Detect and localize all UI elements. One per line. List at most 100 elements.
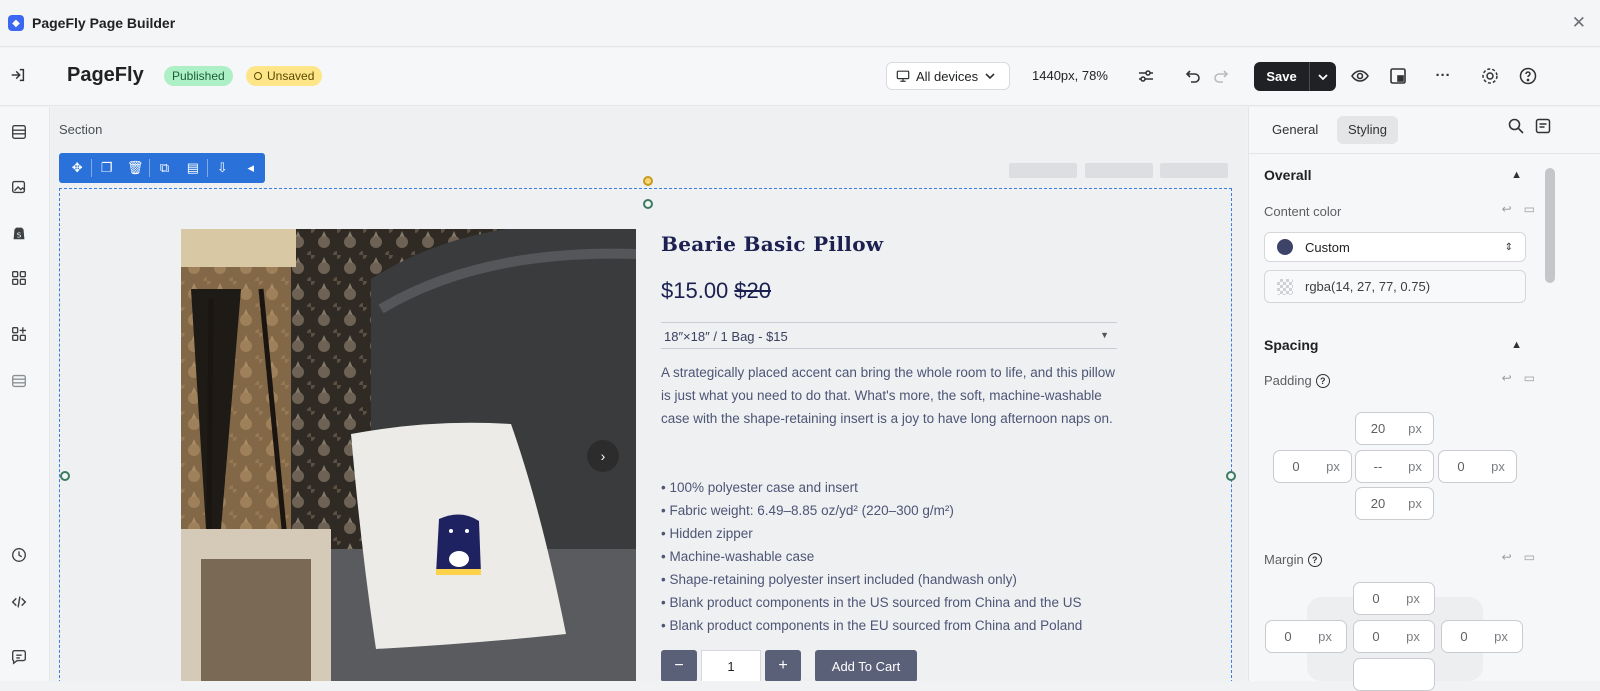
- chevron-up-icon[interactable]: ▲: [1511, 339, 1522, 351]
- color-mode-select[interactable]: Custom ⇕: [1264, 232, 1526, 262]
- margin-label-text: Margin: [1264, 552, 1304, 567]
- search-icon[interactable]: [1507, 117, 1525, 135]
- settings-icon[interactable]: [1480, 66, 1500, 86]
- copy-icon[interactable]: ⧉: [150, 153, 178, 183]
- shopify-icon[interactable]: S: [10, 224, 28, 242]
- device-selector[interactable]: All devices: [886, 62, 1010, 90]
- element-toolbar: ✥ ❐ 🗑 ⧉ ▤ ⇩ ◂: [59, 153, 265, 183]
- preview-eye-icon[interactable]: [1350, 66, 1370, 86]
- section-label: Section: [59, 122, 103, 137]
- product-price[interactable]: $15.00 $20: [661, 278, 771, 304]
- layers-icon[interactable]: [10, 123, 28, 141]
- sliders-icon[interactable]: [1136, 66, 1156, 86]
- more-options-icon[interactable]: ···: [1433, 66, 1453, 86]
- chat-support-icon[interactable]: [10, 648, 28, 666]
- resize-handle-top[interactable]: [643, 176, 653, 186]
- padding-label-text: Padding: [1264, 373, 1312, 388]
- close-icon[interactable]: ✕: [1572, 13, 1586, 33]
- product-title[interactable]: Bearie Basic Pillow: [661, 232, 883, 256]
- unit-label: px: [1406, 591, 1420, 606]
- add-to-cart-button[interactable]: Add To Cart: [815, 650, 917, 681]
- chevron-down-icon: [1318, 73, 1328, 80]
- color-value-input[interactable]: rgba(14, 27, 77, 0.75): [1264, 270, 1526, 303]
- help-icon[interactable]: ?: [1307, 552, 1322, 567]
- move-icon[interactable]: ✥: [63, 153, 91, 183]
- elements-grid-icon[interactable]: [10, 269, 28, 287]
- margin-left-input[interactable]: 0 px: [1265, 620, 1347, 653]
- help-icon[interactable]: ?: [1315, 373, 1330, 388]
- reset-icon[interactable]: ↩: [1502, 550, 1512, 564]
- color-swatch: [1277, 239, 1293, 255]
- quantity-row: − 1 + Add To Cart: [661, 650, 917, 681]
- save-section-icon[interactable]: ⇩: [208, 153, 236, 183]
- collapse-toolbar-icon[interactable]: ◂: [237, 153, 265, 183]
- content-color-label: Content color: [1264, 204, 1342, 219]
- spacing-group-title: Spacing: [1264, 337, 1319, 353]
- list-item: • Machine-washable case: [661, 549, 815, 564]
- help-icon[interactable]: [1518, 66, 1538, 86]
- exit-icon[interactable]: [9, 66, 27, 84]
- save-button[interactable]: Save: [1254, 62, 1309, 91]
- margin-top-input[interactable]: 0 px: [1353, 582, 1435, 615]
- sale-price: $15.00: [661, 278, 729, 303]
- brand-name: PageFly: [67, 64, 144, 86]
- device-icon[interactable]: ▭: [1524, 371, 1535, 385]
- product-image[interactable]: [181, 229, 636, 681]
- history-icon[interactable]: [10, 546, 28, 564]
- list-item: • Blank product components in the US sou…: [661, 595, 1082, 610]
- padding-right-input[interactable]: 0 px: [1438, 450, 1517, 483]
- undo-icon[interactable]: [1182, 66, 1202, 86]
- quantity-input[interactable]: 1: [701, 650, 761, 681]
- paste-icon[interactable]: ▤: [179, 153, 207, 183]
- save-dropdown-button[interactable]: [1309, 62, 1336, 91]
- delete-icon[interactable]: 🗑: [121, 153, 149, 183]
- redo-icon[interactable]: [1212, 66, 1232, 86]
- padding-top-value: 20: [1370, 421, 1386, 436]
- tab-styling[interactable]: Styling: [1337, 116, 1399, 144]
- padding-top-input[interactable]: 20 px: [1355, 412, 1434, 445]
- quantity-decrease-button[interactable]: −: [661, 650, 697, 681]
- list-item: • Fabric weight: 6.49–8.85 oz/yd² (220–3…: [661, 503, 954, 518]
- transparency-icon: [1277, 278, 1293, 295]
- padding-left-value: 0: [1292, 459, 1300, 474]
- monitor-icon: [896, 70, 910, 82]
- padding-bottom-input[interactable]: 20 px: [1355, 487, 1434, 520]
- reset-icon[interactable]: ↩: [1502, 202, 1512, 216]
- quantity-increase-button[interactable]: +: [765, 650, 801, 681]
- publish-icon[interactable]: [1388, 66, 1408, 86]
- notes-icon[interactable]: [1534, 117, 1552, 135]
- chevron-up-icon[interactable]: ▲: [1511, 169, 1522, 181]
- list-item: • Blank product components in the EU sou…: [661, 618, 1083, 633]
- margin-center-input[interactable]: 0 px: [1353, 620, 1435, 653]
- variant-select[interactable]: 18″×18″ / 1 Bag - $15 ▼: [661, 322, 1117, 349]
- padding-left-input[interactable]: 0 px: [1273, 450, 1352, 483]
- image-library-icon[interactable]: [10, 178, 28, 196]
- code-icon[interactable]: [10, 593, 28, 611]
- reset-icon[interactable]: ↩: [1502, 371, 1512, 385]
- tab-general[interactable]: General: [1261, 116, 1329, 144]
- carousel-next-button[interactable]: ›: [587, 440, 619, 472]
- caret-down-icon: ▼: [1100, 330, 1109, 340]
- product-description[interactable]: A strategically placed accent can bring …: [661, 361, 1121, 430]
- window-title: PageFly Page Builder: [32, 15, 176, 31]
- margin-right-input[interactable]: 0 px: [1441, 620, 1523, 653]
- padding-label: Padding ?: [1264, 373, 1330, 388]
- padding-center-input[interactable]: -- px: [1355, 450, 1434, 483]
- save-button-group: Save: [1254, 62, 1336, 91]
- device-icon[interactable]: ▭: [1524, 202, 1535, 216]
- product-features-list[interactable]: • 100% polyester case and insert • Fabri…: [661, 476, 1131, 637]
- content-color-actions: ↩ ▭: [1502, 202, 1535, 216]
- select-arrows-icon: ⇕: [1504, 241, 1513, 253]
- resize-handle-left[interactable]: [60, 471, 70, 481]
- device-icon[interactable]: ▭: [1524, 550, 1535, 564]
- sections-list-icon[interactable]: [10, 372, 28, 390]
- resize-handle-right[interactable]: [1226, 471, 1236, 481]
- panel-scrollbar-thumb[interactable]: [1545, 168, 1555, 283]
- zoom-level[interactable]: 1440px, 78%: [1032, 68, 1108, 83]
- add-section-icon[interactable]: [10, 325, 28, 343]
- margin-bottom-input[interactable]: [1353, 658, 1435, 691]
- list-item: • 100% polyester case and insert: [661, 480, 858, 495]
- editor-canvas[interactable]: Section ✥ ❐ 🗑 ⧉ ▤ ⇩ ◂ › Bearie Basic Pil…: [51, 107, 1247, 681]
- duplicate-icon[interactable]: ❐: [92, 153, 120, 183]
- padding-actions: ↩ ▭: [1502, 371, 1535, 385]
